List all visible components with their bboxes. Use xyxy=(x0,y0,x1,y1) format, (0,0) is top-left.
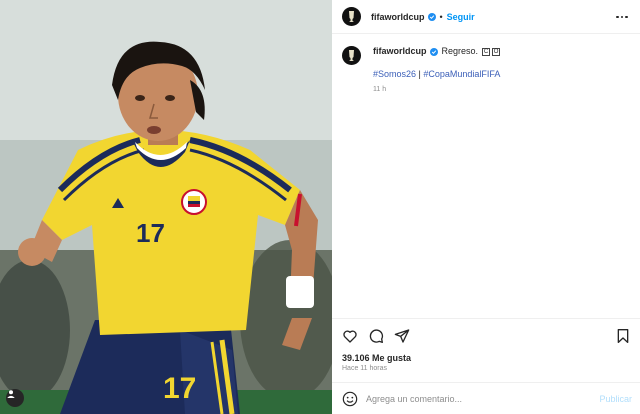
post-side-panel: fifaworldcup • Seguir fifaworldcup Regre… xyxy=(332,0,640,414)
comment-bubble-icon[interactable] xyxy=(368,328,384,344)
like-heart-icon[interactable] xyxy=(342,328,358,344)
trophy-logo-icon xyxy=(349,50,354,61)
caption-hashtags: #Somos26 | #CopaMundialFIFA xyxy=(373,69,500,79)
caption: fifaworldcup Regreso. C O #Somos26 | #Co… xyxy=(342,46,632,93)
posted-time: Hace 11 horas xyxy=(342,365,388,372)
publish-button[interactable]: Publicar xyxy=(599,394,632,404)
avatar[interactable] xyxy=(342,7,361,26)
verified-badge-icon xyxy=(429,47,438,56)
caption-username[interactable]: fifaworldcup xyxy=(373,46,427,57)
verified-badge-icon xyxy=(427,12,436,21)
caption-avatar[interactable] xyxy=(342,46,361,65)
share-send-icon[interactable] xyxy=(394,328,410,344)
caption-time[interactable]: 11 h xyxy=(373,86,500,93)
save-bookmark-icon[interactable] xyxy=(615,328,631,344)
shorts-number: 17 xyxy=(163,372,196,405)
hashtag-somos26[interactable]: #Somos26 xyxy=(373,69,416,79)
flag-letter-c: C xyxy=(482,47,491,56)
follow-button[interactable]: Seguir xyxy=(447,12,475,22)
tag-user-button[interactable] xyxy=(6,389,24,407)
comment-input[interactable] xyxy=(366,389,600,408)
hashtag-copamundialfifa[interactable]: #CopaMundialFIFA xyxy=(423,69,500,79)
photo-illustration: 17 17 xyxy=(0,0,332,414)
tag-user-icon xyxy=(7,390,15,398)
jersey-number: 17 xyxy=(136,218,165,248)
more-options-icon[interactable] xyxy=(614,9,630,25)
post-photo[interactable]: 17 17 xyxy=(0,0,332,414)
emoji-icon[interactable] xyxy=(342,391,358,407)
actions-area: 39.106 Me gusta Hace 11 horas xyxy=(332,318,640,380)
post-header: fifaworldcup • Seguir xyxy=(332,0,640,34)
caption-text: Regreso. xyxy=(441,46,479,56)
flag-letter-o: O xyxy=(492,47,501,56)
comment-bar: Publicar xyxy=(332,382,640,414)
header-username[interactable]: fifaworldcup xyxy=(371,12,425,22)
trophy-logo-icon xyxy=(349,11,354,22)
header-separator: • xyxy=(439,11,443,22)
likes-count[interactable]: 39.106 Me gusta xyxy=(342,353,411,363)
